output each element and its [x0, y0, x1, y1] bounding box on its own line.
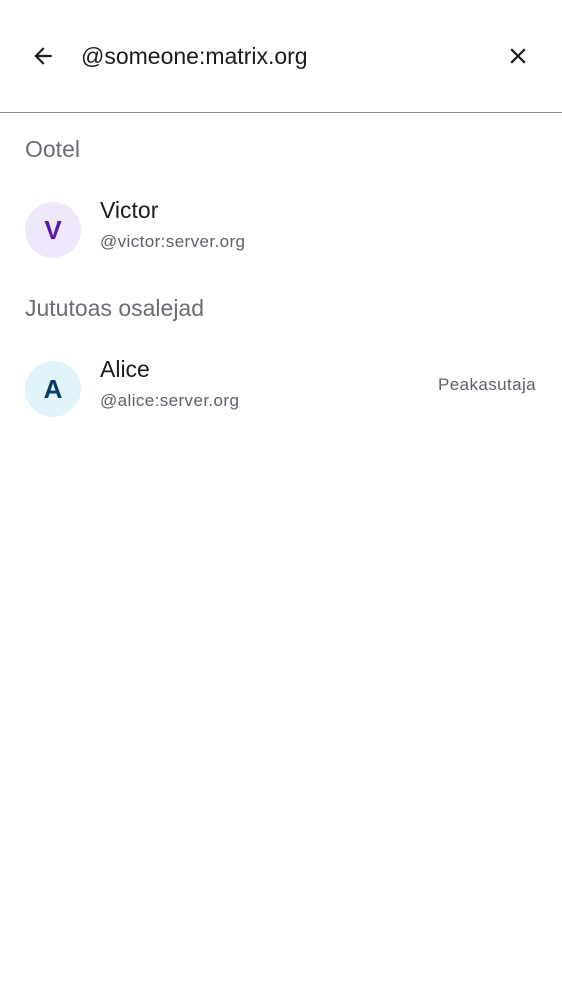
- back-button[interactable]: [19, 32, 67, 80]
- search-input[interactable]: [81, 38, 481, 74]
- section-header-pending: Ootel: [25, 136, 80, 162]
- avatar: A: [25, 361, 81, 417]
- member-name: Alice: [100, 356, 150, 382]
- search-bar: [0, 0, 562, 113]
- member-name: Victor: [100, 197, 159, 223]
- member-row-victor[interactable]: V Victor @victor:server.org: [0, 190, 562, 270]
- member-row-alice[interactable]: A Alice @alice:server.org Peakasutaja: [0, 349, 562, 429]
- clear-search-button[interactable]: [494, 32, 542, 80]
- member-role-badge: Peakasutaja: [438, 375, 536, 394]
- arrow-back-icon: [34, 47, 52, 65]
- avatar: V: [25, 202, 81, 258]
- close-icon: [510, 48, 526, 64]
- member-user-id: @alice:server.org: [100, 391, 240, 410]
- section-header-room-members: Jututoas osalejad: [25, 295, 205, 321]
- member-user-id: @victor:server.org: [100, 232, 246, 251]
